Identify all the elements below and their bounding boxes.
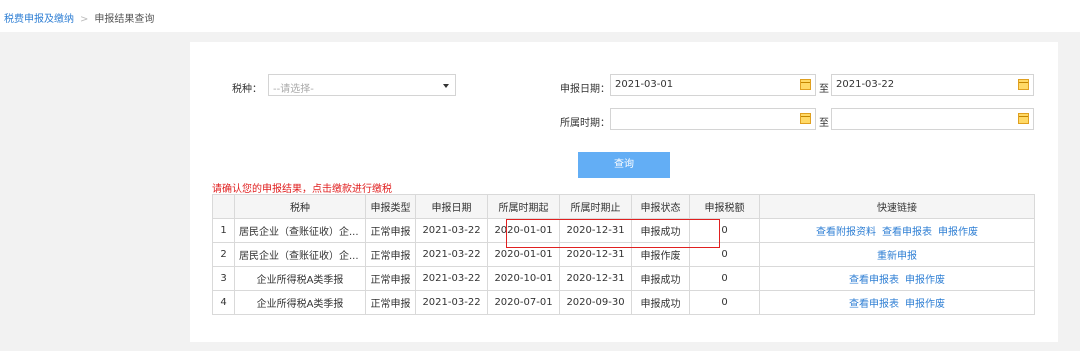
period-to-input[interactable] bbox=[831, 108, 1034, 130]
decl-date-label: 申报日期： bbox=[560, 84, 610, 95]
decl-type-cell: 正常申报 bbox=[365, 242, 416, 267]
status-cell: 申报成功 bbox=[631, 266, 690, 291]
row-index: 2 bbox=[212, 242, 235, 267]
amount-cell: 0 bbox=[689, 266, 760, 291]
calendar-icon[interactable] bbox=[1018, 79, 1029, 90]
col-header-quick-links: 快速链接 bbox=[759, 194, 1035, 219]
view-return-link[interactable]: 查看申报表 bbox=[882, 227, 932, 238]
table-header-row: 税种 申报类型 申报日期 所属时期起 所属时期止 申报状态 申报税额 快速链接 bbox=[212, 194, 1035, 219]
decl-date-from-input[interactable]: 2021-03-01 bbox=[610, 74, 816, 96]
period-from-cell: 2020-10-01 bbox=[487, 266, 560, 291]
period-from-cell: 2020-07-01 bbox=[487, 290, 560, 315]
period-label: 所属时期： bbox=[560, 118, 610, 129]
col-header-tax-type: 税种 bbox=[234, 194, 366, 219]
status-cell: 申报成功 bbox=[631, 290, 690, 315]
amount-cell: 0 bbox=[689, 218, 760, 243]
tax-type-cell: 居民企业（查账征收）企... bbox=[234, 218, 366, 243]
query-panel: 税种： --请选择- 申报日期： 2021-03-01 至 2021-03-22… bbox=[190, 42, 1058, 342]
decl-date-from-value: 2021-03-01 bbox=[615, 79, 674, 90]
table-row: 1 居民企业（查账征收）企... 正常申报 2021-03-22 2020-01… bbox=[212, 218, 1035, 243]
period-to-cell: 2020-09-30 bbox=[559, 290, 632, 315]
row-index: 4 bbox=[212, 290, 235, 315]
period-to-cell: 2020-12-31 bbox=[559, 266, 632, 291]
top-bar: 税费申报及缴纳 > 申报结果查询 bbox=[0, 0, 1080, 32]
calendar-icon[interactable] bbox=[800, 113, 811, 124]
status-cell: 申报作废 bbox=[631, 242, 690, 267]
decl-type-cell: 正常申报 bbox=[365, 218, 416, 243]
tax-type-cell: 居民企业（查账征收）企... bbox=[234, 242, 366, 267]
view-return-link[interactable]: 查看申报表 bbox=[849, 299, 899, 310]
quick-links-cell: 查看申报表 申报作废 bbox=[759, 290, 1035, 315]
void-return-link[interactable]: 申报作废 bbox=[938, 227, 978, 238]
tax-type-select[interactable]: --请选择- bbox=[268, 74, 456, 96]
table-row: 3 企业所得税A类季报 正常申报 2021-03-22 2020-10-01 2… bbox=[212, 266, 1035, 291]
decl-type-cell: 正常申报 bbox=[365, 266, 416, 291]
amount-cell: 0 bbox=[689, 242, 760, 267]
col-header-decl-type: 申报类型 bbox=[365, 194, 416, 219]
table-row: 2 居民企业（查账征收）企... 正常申报 2021-03-22 2020-01… bbox=[212, 242, 1035, 267]
tax-type-label: 税种： bbox=[232, 84, 262, 95]
period-to-cell: 2020-12-31 bbox=[559, 218, 632, 243]
col-header-period-to: 所属时期止 bbox=[559, 194, 632, 219]
breadcrumb-parent-link[interactable]: 税费申报及缴纳 bbox=[4, 14, 74, 25]
payment-notice: 请确认您的申报结果，点击缴款进行缴税 bbox=[212, 184, 392, 195]
breadcrumb-separator: > bbox=[80, 14, 89, 25]
decl-date-cell: 2021-03-22 bbox=[415, 242, 488, 267]
period-from-cell: 2020-01-01 bbox=[487, 218, 560, 243]
decl-date-cell: 2021-03-22 bbox=[415, 218, 488, 243]
row-index: 3 bbox=[212, 266, 235, 291]
col-header-index bbox=[212, 194, 235, 219]
quick-links-cell: 重新申报 bbox=[759, 242, 1035, 267]
view-return-link[interactable]: 查看申报表 bbox=[849, 275, 899, 286]
amount-cell: 0 bbox=[689, 290, 760, 315]
tax-type-placeholder: --请选择- bbox=[273, 84, 314, 95]
void-return-link[interactable]: 申报作废 bbox=[905, 275, 945, 286]
col-header-amount: 申报税额 bbox=[689, 194, 760, 219]
period-to-label: 至 bbox=[819, 118, 829, 129]
calendar-icon[interactable] bbox=[1018, 113, 1029, 124]
date-to-label: 至 bbox=[819, 84, 829, 95]
redeclare-link[interactable]: 重新申报 bbox=[877, 251, 917, 262]
decl-type-cell: 正常申报 bbox=[365, 290, 416, 315]
decl-date-cell: 2021-03-22 bbox=[415, 266, 488, 291]
status-cell: 申报成功 bbox=[631, 218, 690, 243]
breadcrumb-current: 申报结果查询 bbox=[94, 14, 155, 25]
quick-links-cell: 查看附报资料 查看申报表 申报作废 bbox=[759, 218, 1035, 243]
col-header-status: 申报状态 bbox=[631, 194, 690, 219]
calendar-icon[interactable] bbox=[800, 79, 811, 90]
period-from-input[interactable] bbox=[610, 108, 816, 130]
results-table: 税种 申报类型 申报日期 所属时期起 所属时期止 申报状态 申报税额 快速链接 … bbox=[212, 194, 1035, 315]
table-row: 4 企业所得税A类季报 正常申报 2021-03-22 2020-07-01 2… bbox=[212, 290, 1035, 315]
breadcrumb: 税费申报及缴纳 > 申报结果查询 bbox=[4, 10, 154, 25]
void-return-link[interactable]: 申报作废 bbox=[905, 299, 945, 310]
decl-date-to-input[interactable]: 2021-03-22 bbox=[831, 74, 1034, 96]
chevron-down-icon bbox=[443, 84, 449, 88]
tax-type-cell: 企业所得税A类季报 bbox=[234, 266, 366, 291]
row-index: 1 bbox=[212, 218, 235, 243]
quick-links-cell: 查看申报表 申报作废 bbox=[759, 266, 1035, 291]
query-button[interactable]: 查询 bbox=[578, 152, 670, 178]
period-to-cell: 2020-12-31 bbox=[559, 242, 632, 267]
col-header-period-from: 所属时期起 bbox=[487, 194, 560, 219]
decl-date-cell: 2021-03-22 bbox=[415, 290, 488, 315]
col-header-decl-date: 申报日期 bbox=[415, 194, 488, 219]
decl-date-to-value: 2021-03-22 bbox=[836, 79, 895, 90]
view-attachments-link[interactable]: 查看附报资料 bbox=[816, 227, 876, 238]
tax-type-cell: 企业所得税A类季报 bbox=[234, 290, 366, 315]
period-from-cell: 2020-01-01 bbox=[487, 242, 560, 267]
